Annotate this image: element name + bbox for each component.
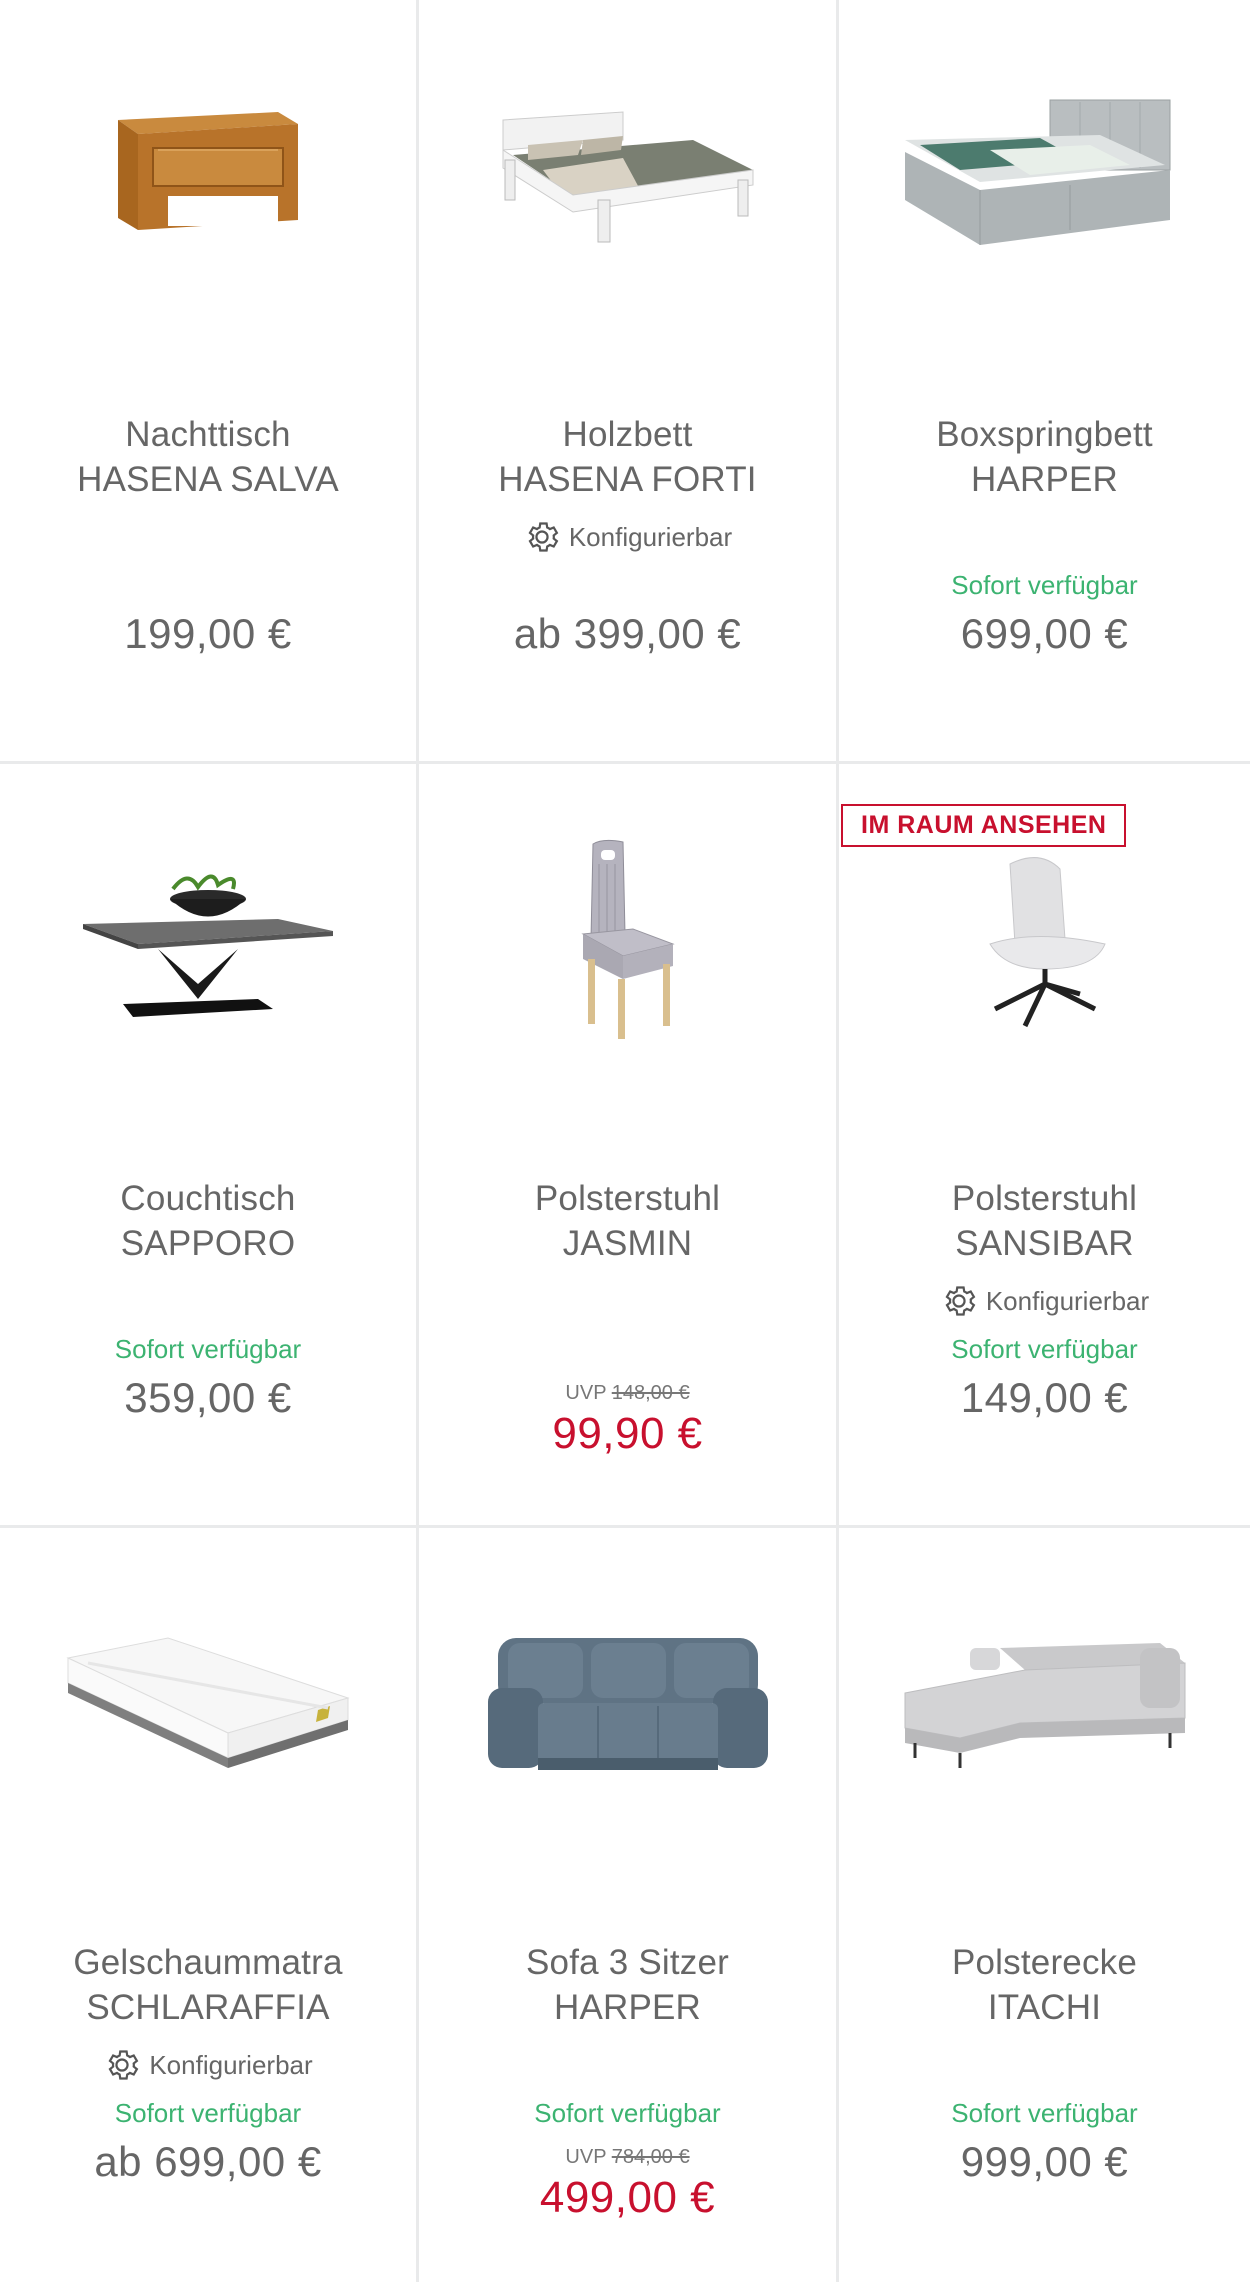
product-image-chair[interactable] [419, 804, 836, 1074]
product-price: 359,00 € [124, 1374, 292, 1421]
gear-icon [528, 522, 559, 552]
product-price: ab 399,00 € [513, 610, 742, 657]
gear-icon [945, 1286, 976, 1316]
product-grid: Nachttisch HASENA SALVA 199,00 € Holzbet… [0, 0, 1250, 2282]
product-image-bed[interactable] [419, 40, 836, 310]
sofa-image [487, 1638, 768, 1770]
availability-label: Sofort verfügbar [951, 2098, 1138, 2128]
product-card-boxspringbett[interactable]: Boxspringbett HARPER Sofort verfügbar 69… [839, 0, 1250, 764]
product-price: 999,00 € [960, 2138, 1129, 2185]
availability-label: Sofort verfügbar [951, 1334, 1138, 1364]
product-card-polsterecke[interactable]: Polsterecke ITACHI Sofort verfügbar 999,… [839, 1528, 1250, 2282]
product-card-polsterstuhl-sansibar[interactable]: IM RAUM ANSEHEN Polsterstuhl SANSIBAR Ko… [839, 764, 1250, 1528]
product-price: 199,00 € [124, 610, 292, 657]
sale-price: 499,00 € [539, 2173, 716, 2222]
gear-icon [108, 2050, 139, 2080]
product-image-boxspring-bed[interactable] [839, 40, 1250, 310]
corner-sofa-image [904, 1643, 1185, 1768]
product-image-corner-sofa[interactable] [839, 1568, 1250, 1838]
product-card-holzbett[interactable]: Holzbett HASENA FORTI Konfigurierbar ab … [419, 0, 839, 764]
availability-label: Sofort verfügbar [114, 2098, 302, 2128]
view-in-room-button[interactable]: IM RAUM ANSEHEN [841, 804, 1127, 847]
swivel-chair-image [988, 857, 1106, 1028]
product-title: Sofa 3 Sitzer HARPER [526, 1943, 729, 2027]
product-title: Holzbett HASENA FORTI [498, 415, 757, 499]
availability-label: Sofort verfügbar [951, 570, 1138, 600]
product-card-sofa-3-sitzer[interactable]: Sofa 3 Sitzer HARPER Sofort verfügbar UV… [419, 1528, 839, 2282]
bed-image [502, 111, 753, 243]
configurable-label: Konfigurierbar [839, 1282, 1250, 1320]
product-price: 699,00 € [960, 610, 1129, 657]
nightstand-image [118, 112, 298, 230]
product-card-polsterstuhl-jasmin[interactable]: Polsterstuhl JASMIN UVP 148,00 € 99,90 € [419, 764, 839, 1528]
product-title: Polsterecke ITACHI [951, 1943, 1138, 2027]
product-price: ab 699,00 € [94, 2138, 322, 2185]
product-title: Boxspringbett HARPER [936, 415, 1153, 499]
configurable-label: Konfigurierbar [419, 518, 836, 556]
product-price: 149,00 € [960, 1374, 1129, 1421]
sale-price: 99,90 € [552, 1409, 703, 1458]
uvp-price: UVP 148,00 € [565, 1382, 690, 1404]
availability-label: Sofort verfügbar [534, 2098, 721, 2128]
configurable-label: Konfigurierbar [0, 2046, 416, 2084]
product-title: Polsterstuhl JASMIN [534, 1179, 721, 1263]
chair-image [580, 839, 675, 1039]
product-card-couchtisch[interactable]: Couchtisch SAPPORO Sofort verfügbar 359,… [0, 764, 419, 1528]
product-title: Gelschaummatra SCHLARAFFIA [73, 1943, 343, 2027]
product-title: Polsterstuhl SANSIBAR [951, 1179, 1138, 1263]
product-image-sofa[interactable] [419, 1568, 836, 1838]
mattress-image [66, 1637, 350, 1768]
coffee-table-image [83, 874, 333, 1017]
product-image-nightstand[interactable] [0, 40, 416, 310]
product-image-mattress[interactable] [0, 1568, 416, 1838]
availability-label: Sofort verfügbar [114, 1334, 302, 1364]
product-title: Nachttisch HASENA SALVA [77, 415, 339, 499]
boxspring-bed-image [904, 99, 1170, 245]
product-title: Couchtisch SAPPORO [120, 1179, 296, 1263]
product-card-nachttisch[interactable]: Nachttisch HASENA SALVA 199,00 € [0, 0, 419, 764]
product-card-gelschaummatra[interactable]: Gelschaummatra SCHLARAFFIA Konfigurierba… [0, 1528, 419, 2282]
uvp-price: UVP 784,00 € [565, 2146, 690, 2168]
product-image-coffee-table[interactable] [0, 804, 416, 1074]
